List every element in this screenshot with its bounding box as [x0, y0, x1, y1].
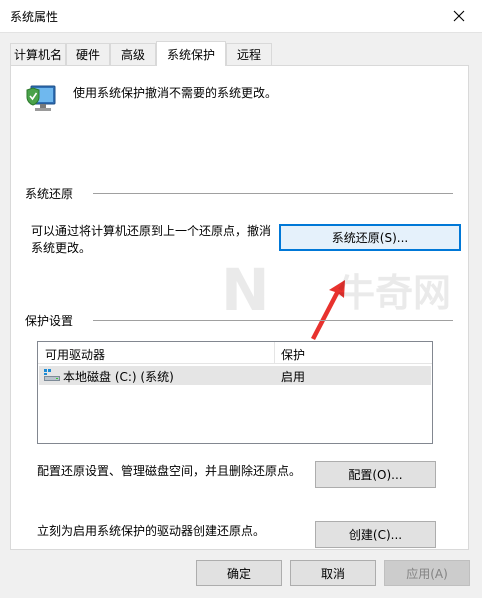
description-line: 可以通过将计算机还原到上一个还原点，撤消	[31, 224, 272, 238]
system-restore-section-label: 系统还原	[25, 185, 80, 202]
tab-label: 硬件	[75, 48, 100, 62]
tab-remote[interactable]: 远程	[226, 43, 272, 65]
watermark-letter: N	[221, 256, 270, 324]
create-button[interactable]: 创建(C)...	[315, 521, 436, 548]
watermark-text: 牛奇网	[337, 271, 452, 315]
watermark-brand: 牛奇网	[337, 262, 451, 317]
tab-label: 计算机名	[13, 48, 62, 62]
red-arrow-annotation	[311, 280, 345, 340]
close-icon	[453, 10, 465, 22]
configure-button[interactable]: 配置(O)...	[315, 461, 436, 488]
drive-list[interactable]: 可用驱动器 保护 本地磁盘 (C:) (系统) 启用	[37, 341, 433, 444]
tab-computer-name[interactable]: 计算机名	[10, 43, 66, 65]
system-restore-description: 可以通过将计算机还原到上一个还原点，撤消 系统更改。	[31, 223, 271, 257]
window-title: 系统属性	[10, 10, 59, 24]
tab-advanced[interactable]: 高级	[110, 43, 156, 65]
intro-text: 使用系统保护撤消不需要的系统更改。	[73, 86, 278, 100]
description-line: 系统更改。	[31, 241, 92, 255]
watermark-logo: N	[221, 256, 270, 324]
protection-settings-section-label: 保护设置	[25, 312, 80, 329]
dialog-body: 计算机名 硬件 高级 系统保护 远程 使用系统保护撤消不需要的系统更改。 系统还…	[0, 32, 482, 598]
list-header: 可用驱动器 保护	[38, 342, 432, 364]
drive-name: 本地磁盘 (C:) (系统)	[63, 370, 174, 384]
title-bar: 系统属性	[0, 0, 482, 32]
list-item[interactable]: 本地磁盘 (C:) (系统) 启用	[39, 366, 431, 385]
system-protection-icon	[26, 85, 56, 111]
create-description: 立刻为启用系统保护的驱动器创建还原点。	[37, 524, 266, 538]
close-button[interactable]	[436, 0, 482, 32]
protection-status: 启用	[281, 370, 306, 384]
drive-icon	[44, 369, 60, 381]
tab-system-protection[interactable]: 系统保护	[156, 41, 226, 66]
column-header-protection[interactable]: 保护	[281, 346, 305, 363]
cancel-button[interactable]: 取消	[290, 560, 376, 586]
apply-button[interactable]: 应用(A)	[384, 560, 470, 586]
section-divider	[93, 193, 453, 194]
dialog-footer: 确定 取消 应用(A)	[0, 550, 482, 598]
ok-button[interactable]: 确定	[196, 560, 282, 586]
tab-panel-system-protection: 使用系统保护撤消不需要的系统更改。 系统还原 可以通过将计算机还原到上一个还原点…	[10, 65, 469, 550]
section-divider	[93, 320, 453, 321]
system-restore-button[interactable]: 系统还原(S)...	[279, 224, 461, 251]
tab-label: 高级	[120, 48, 145, 62]
column-header-drives[interactable]: 可用驱动器	[45, 346, 105, 363]
tab-label: 系统保护	[166, 47, 215, 62]
tab-label: 远程	[236, 48, 261, 62]
tab-hardware[interactable]: 硬件	[66, 43, 110, 65]
configure-description: 配置还原设置、管理磁盘空间，并且删除还原点。	[37, 464, 302, 478]
column-separator	[274, 342, 275, 364]
